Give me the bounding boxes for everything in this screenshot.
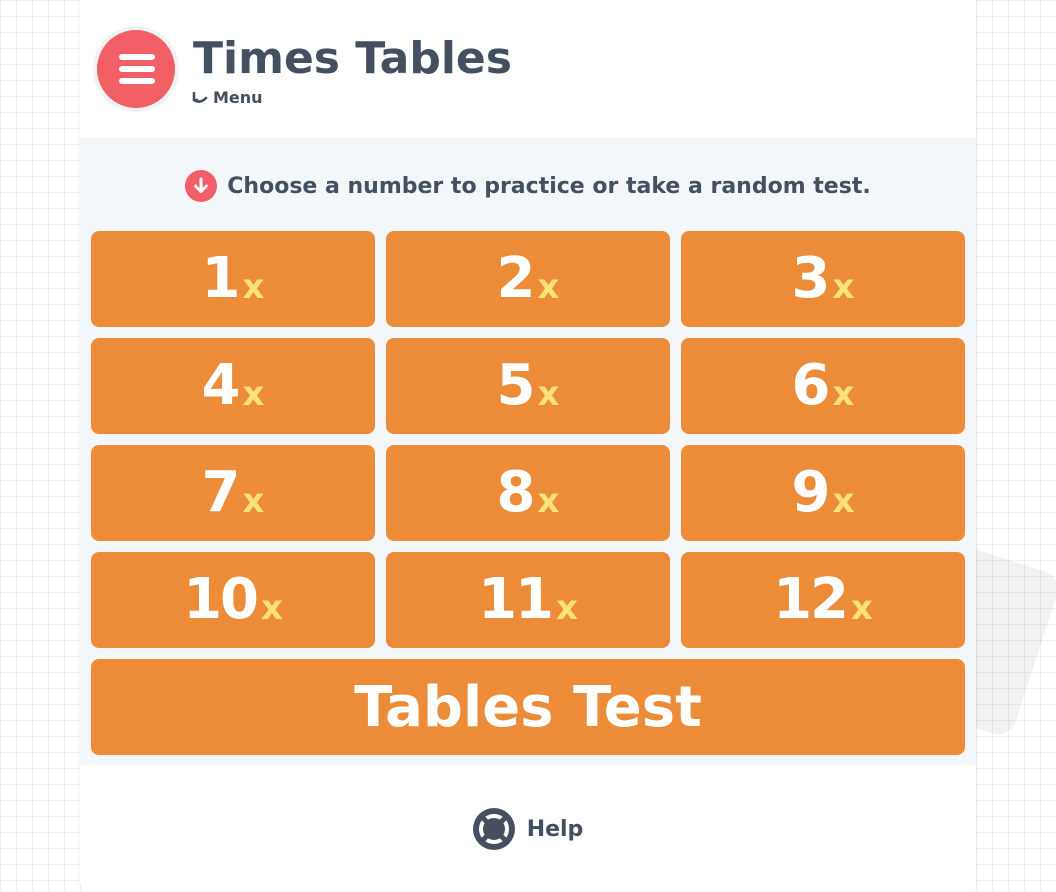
table-button-9[interactable]: 9x (681, 445, 965, 541)
table-button-8[interactable]: 8x (386, 445, 670, 541)
menu-button[interactable] (97, 30, 175, 108)
table-number: 2 (496, 246, 536, 311)
table-button-7[interactable]: 7x (91, 445, 375, 541)
multiply-symbol: x (242, 374, 265, 414)
header: Times Tables Menu (80, 0, 976, 138)
table-button-2[interactable]: 2x (386, 231, 670, 327)
tables-grid: 1x 2x 3x 4x 5x 6x 7x 8x 9x 10 x 11 x 12 x T… (91, 231, 965, 755)
multiply-symbol: x (832, 374, 855, 414)
multiply-symbol: x (537, 267, 560, 307)
hamburger-icon-bar (119, 66, 155, 72)
table-button-3[interactable]: 3x (681, 231, 965, 327)
multiply-symbol: x (556, 588, 578, 628)
return-arrow-icon (192, 91, 208, 103)
table-number: 8 (496, 460, 536, 525)
multiply-symbol: x (537, 374, 560, 414)
hamburger-icon (119, 54, 155, 60)
table-button-5[interactable]: 5x (386, 338, 670, 434)
multiply-symbol: x (242, 481, 265, 521)
table-button-4[interactable]: 4x (91, 338, 375, 434)
hamburger-icon-bar (119, 78, 155, 84)
instruction-text: Choose a number to practice or take a ra… (227, 173, 871, 199)
lifebuoy-icon (472, 808, 515, 850)
table-button-6[interactable]: 6x (681, 338, 965, 434)
multiply-symbol: x (832, 481, 855, 521)
table-number: 1 (201, 246, 241, 311)
table-button-10[interactable]: 10 x (91, 552, 375, 648)
table-button-12[interactable]: 12 x (681, 552, 965, 648)
table-button-1[interactable]: 1x (91, 231, 375, 327)
page-title: Times Tables (193, 33, 512, 84)
multiply-symbol: x (851, 588, 873, 628)
arrow-down-circle-icon (185, 170, 218, 202)
app-card: Times Tables Menu Choose a number to pra… (80, 0, 976, 892)
table-number: 12 (773, 567, 849, 632)
multiply-symbol: x (832, 267, 855, 307)
table-number: 5 (496, 353, 536, 418)
table-number: 11 (478, 567, 554, 632)
table-number: 9 (791, 460, 831, 525)
multiply-symbol: x (242, 267, 265, 307)
table-number: 3 (791, 246, 831, 311)
table-number: 10 (183, 567, 259, 632)
menu-link[interactable]: Menu (192, 88, 263, 107)
menu-link-label: Menu (213, 88, 263, 107)
table-number: 4 (201, 353, 241, 418)
table-number: 6 (791, 353, 831, 418)
help-button[interactable]: Help (80, 808, 976, 850)
multiply-symbol: x (261, 588, 283, 628)
instruction: Choose a number to practice or take a ra… (80, 170, 976, 202)
table-button-11[interactable]: 11 x (386, 552, 670, 648)
multiply-symbol: x (537, 481, 560, 521)
help-label: Help (526, 816, 584, 842)
main-panel: Choose a number to practice or take a ra… (80, 138, 976, 765)
tables-test-button[interactable]: Tables Test (91, 659, 965, 755)
table-number: 7 (201, 460, 241, 525)
